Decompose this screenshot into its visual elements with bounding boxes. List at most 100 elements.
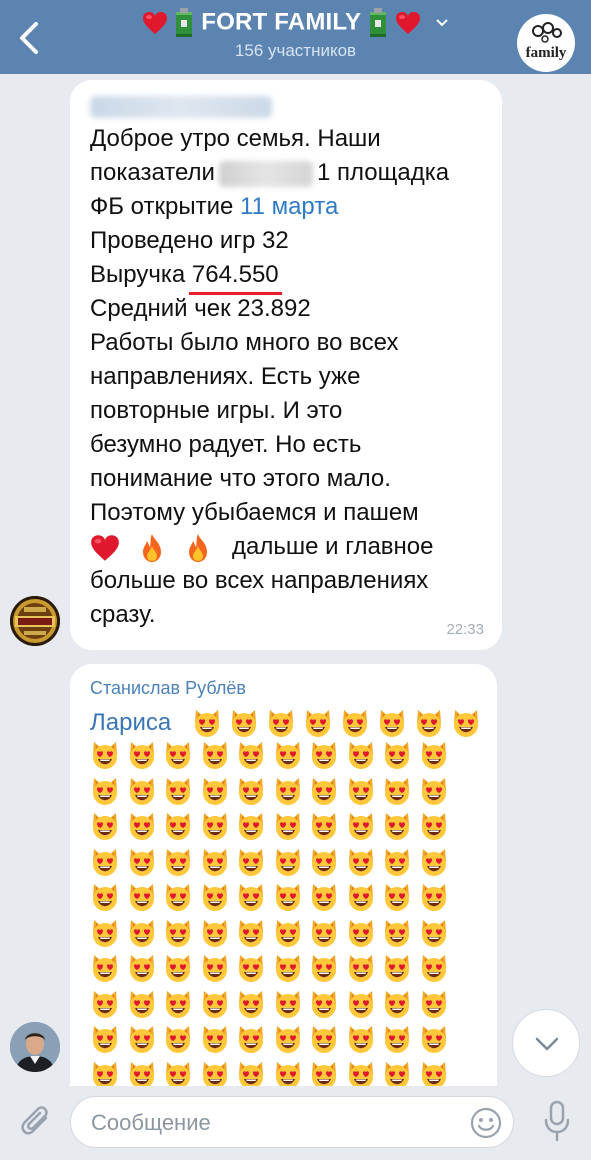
heart-eyes-cat-icon [163,882,193,912]
heart-eyes-cat-icon [90,847,120,877]
heart-eyes-cat-icon [309,740,339,770]
heart-eyes-cat-icon [90,989,120,1019]
heart-eyes-cat-icon [163,776,193,806]
heart-eyes-cat-icon [273,1024,303,1054]
heart-eyes-cat-icon [200,740,230,770]
paperclip-icon[interactable] [18,1102,54,1142]
heart-eyes-cat-icon [163,918,193,948]
date-link[interactable]: 11 марта [240,193,338,220]
heart-eyes-cat-icon [346,776,376,806]
sender-avatar[interactable] [10,596,60,646]
heart-eyes-cat-icon [419,776,449,806]
heart-eyes-cat-icon [346,989,376,1019]
heart-eyes-cat-icon [236,989,266,1019]
heart-eyes-cat-icon [382,918,412,948]
heart-eyes-cat-icon [382,847,412,877]
heart-eyes-cat-icon [346,847,376,877]
scroll-down-button[interactable] [512,1009,580,1077]
heart-eyes-cat-icon [90,776,120,806]
emoji-row [90,918,490,954]
heart-eyes-cat-icon [346,918,376,948]
heart-eyes-cat-icon [127,776,157,806]
message-line: Поэтому убыбаемся и пашем [90,499,419,526]
heart-eyes-cat-icon [346,953,376,983]
heart-eyes-cat-icon [273,740,303,770]
message-composer: Сообщение [0,1086,591,1160]
heart-eyes-cat-icon [273,811,303,841]
heart-eyes-cat-icon [419,882,449,912]
blurred-sender-name [90,96,272,118]
mention-link[interactable]: Лариса [90,706,171,740]
heart-eyes-cat-icon [382,989,412,1019]
heart-eyes-cat-icon [127,1024,157,1054]
heart-eyes-cat-icon [309,1024,339,1054]
heart-eyes-cat-icon [127,1060,157,1090]
back-arrow-icon[interactable] [14,18,44,58]
heart-eyes-cat-icon [127,882,157,912]
heart-eyes-cat-icon [90,1060,120,1090]
message-line: безумно радует. Но есть [90,431,362,458]
message-bubble[interactable]: Станислав Рублёв Лариса [70,664,497,1124]
heart-eyes-cat-icon [163,989,193,1019]
heart-eyes-cat-icon [236,847,266,877]
heart-eyes-cat-icon [163,1024,193,1054]
heart-eyes-cat-icon [309,882,339,912]
emoji-row [90,740,490,776]
message-line: сразу. [90,601,156,628]
fire-icon [139,533,165,563]
heart-eyes-cat-icon [200,811,230,841]
heart-eyes-cat-icon [419,989,449,1019]
heart-eyes-cat-icon [200,1024,230,1054]
heart-eyes-cat-icon [346,1024,376,1054]
heart-eyes-cat-icon [127,989,157,1019]
heart-eyes-cat-icon [90,918,120,948]
heart-eyes-cat-icon [266,708,296,738]
user-photo-icon [10,1022,60,1072]
message-input[interactable]: Сообщение [70,1096,514,1148]
heart-eyes-cat-icon [163,811,193,841]
message-input-placeholder: Сообщение [91,1110,211,1135]
heart-eyes-cat-icon [127,847,157,877]
microphone-icon[interactable] [543,1100,571,1144]
message-line: понимание что этого мало. [90,465,391,492]
heart-eyes-cat-icon [90,1024,120,1054]
emoji-row [90,776,490,812]
message-line: направлениях. Есть уже [90,363,361,390]
heart-eyes-cat-icon [382,953,412,983]
heart-eyes-cat-icon [200,882,230,912]
brand-logo-icon [10,596,60,646]
heart-eyes-cat-icon [90,953,120,983]
sender-avatar[interactable] [10,1022,60,1072]
chat-title-block[interactable]: FORT FAMILY 156 участников [90,8,501,61]
heart-eyes-cat-icon [382,1060,412,1090]
heart-eyes-cat-icon [303,708,333,738]
heart-eyes-cat-icon [340,708,370,738]
sender-name[interactable]: Станислав Рублёв [90,678,246,699]
message-line: повторные игры. И это [90,397,343,424]
heart-eyes-cat-icon [377,708,407,738]
heart-eyes-cat-icon [419,847,449,877]
heart-eyes-cat-icon [200,776,230,806]
heart-eyes-cat-icon [229,708,259,738]
heart-eyes-cat-icon [127,811,157,841]
heart-eyes-cat-icon [90,811,120,841]
heart-eyes-cat-icon [236,1060,266,1090]
heart-eyes-cat-icon [382,776,412,806]
chat-title: FORT FAMILY [90,8,501,38]
heart-eyes-cat-icon [127,918,157,948]
sticker-icon[interactable] [469,1106,503,1140]
heart-eyes-cat-icon [309,847,339,877]
heart-eyes-cat-icon [419,1060,449,1090]
heart-eyes-cat-icon [382,1024,412,1054]
chat-avatar[interactable]: family [517,14,575,72]
heart-eyes-cat-icon [309,989,339,1019]
heart-eyes-cat-icon [346,811,376,841]
chevron-down-icon[interactable] [435,18,449,28]
heart-eyes-cat-icon [200,989,230,1019]
message-bubble[interactable]: Доброе утро семья. Наши показатели 1 площ… [70,80,502,650]
heart-eyes-cat-icon [200,918,230,948]
heart-eyes-cat-icon [200,1060,230,1090]
heart-eyes-cat-icon [309,1060,339,1090]
heart-eyes-cat-icon [309,953,339,983]
emoji-row [90,989,490,1025]
